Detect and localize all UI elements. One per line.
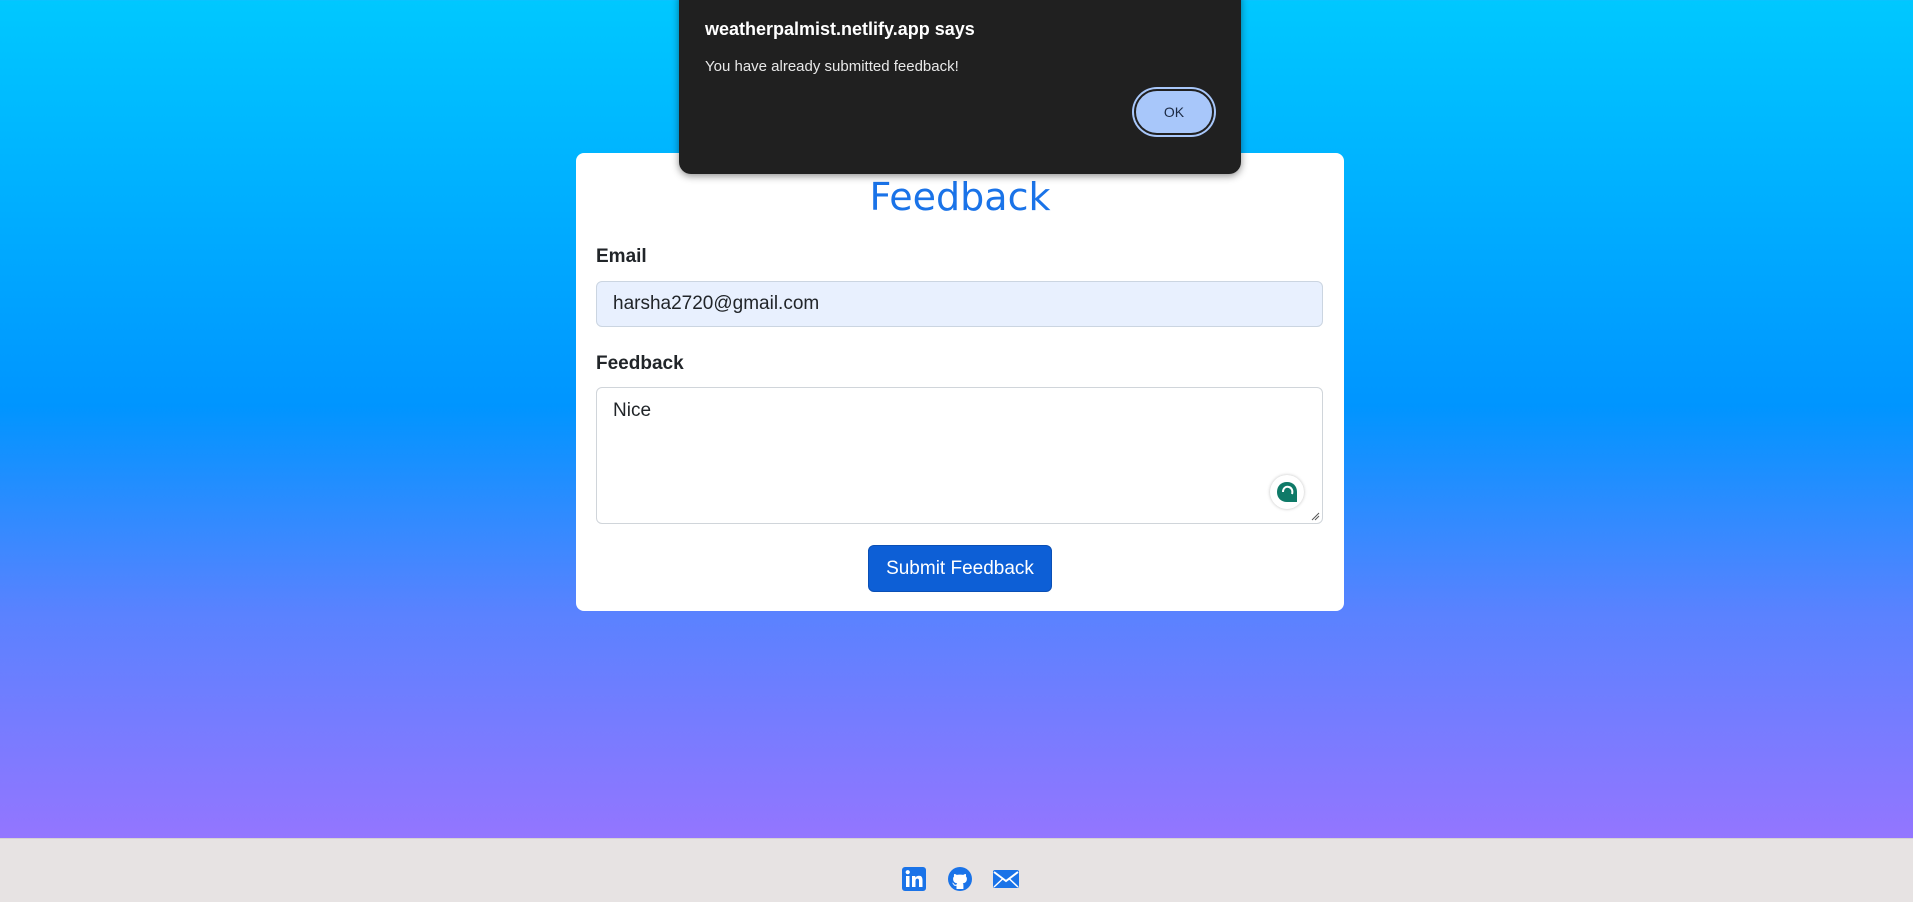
alert-dialog: weatherpalmist.netlify.app says You have… xyxy=(679,0,1241,174)
github-icon[interactable] xyxy=(946,865,974,893)
footer xyxy=(0,838,1913,902)
feedback-textarea[interactable]: Nice xyxy=(596,387,1323,524)
feedback-text: Nice xyxy=(613,400,652,421)
alert-message: You have already submitted feedback! xyxy=(705,58,959,75)
linkedin-icon[interactable] xyxy=(900,865,928,893)
writing-assistant-icon[interactable] xyxy=(1270,475,1304,509)
feedback-card: Feedback Email harsha2720@gmail.com Feed… xyxy=(576,153,1344,611)
alert-title: weatherpalmist.netlify.app says xyxy=(705,19,975,39)
page-title: Feedback xyxy=(869,175,1051,219)
submit-feedback-button[interactable]: Submit Feedback xyxy=(868,545,1052,592)
ok-button[interactable]: OK xyxy=(1134,89,1214,135)
email-field[interactable]: harsha2720@gmail.com xyxy=(596,281,1323,327)
footer-social-links xyxy=(900,865,1020,893)
email-label: Email xyxy=(596,246,647,267)
feedback-label: Feedback xyxy=(596,353,684,374)
mail-icon[interactable] xyxy=(992,865,1020,893)
resize-handle-icon[interactable] xyxy=(1310,511,1320,521)
